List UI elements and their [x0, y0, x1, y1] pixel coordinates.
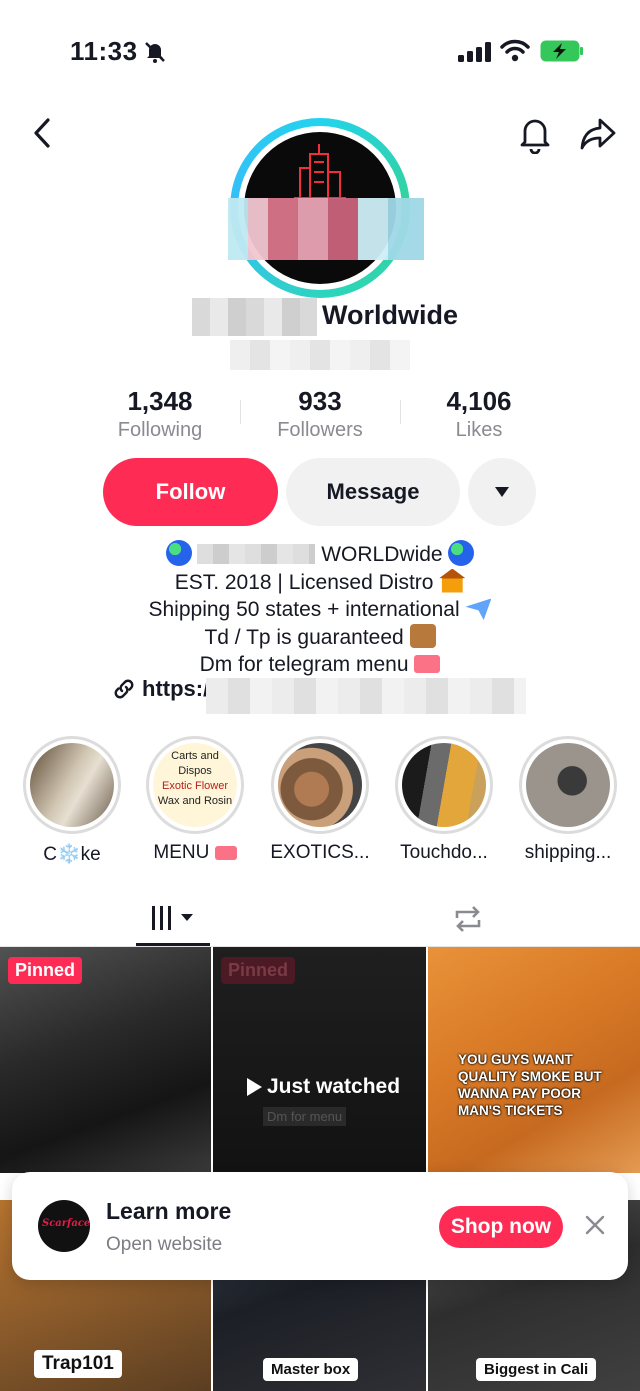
following-label: Following [117, 419, 203, 441]
shop-now-button[interactable]: Shop now [439, 1206, 563, 1248]
display-name-text: Worldwide [321, 300, 458, 330]
display-name: Worldwide [0, 300, 640, 331]
follow-button[interactable]: Follow [103, 458, 278, 526]
ticket-emoji-icon [214, 846, 237, 860]
bio-line-5: Dm for telegram menu [0, 651, 640, 679]
video-tile[interactable]: Pinned [0, 947, 211, 1173]
ad-logo: Scarface [38, 1200, 90, 1252]
bio-line-2: EST. 2018 | Licensed Distro [0, 568, 640, 597]
username-redacted [230, 340, 410, 370]
followers-count: 933 [298, 386, 342, 416]
signal-icon [458, 42, 491, 62]
bell-muted-icon [145, 42, 165, 63]
highlight-touchdown[interactable]: Touchdo... [394, 736, 494, 864]
battery-charging-icon [540, 40, 583, 62]
likes-label: Likes [455, 419, 503, 441]
suggested-accounts-button[interactable] [468, 458, 536, 526]
bio-redacted [197, 544, 316, 564]
highlight-menu[interactable]: Carts and Dispos Exotic Flower Wax and R… [145, 736, 245, 864]
menu-card-line: Exotic Flower [161, 780, 229, 792]
globe-emoji-icon [448, 540, 475, 566]
airplane-emoji-icon [465, 598, 492, 620]
play-icon [247, 1078, 262, 1096]
tab-reposts[interactable] [440, 892, 496, 946]
video-overlay-text: YOU GUYS WANT QUALITY SMOKE BUT WANNA PA… [458, 1052, 602, 1118]
bio-line-1: WORLDwide [0, 540, 640, 569]
stat-followers[interactable]: 933 Followers [240, 386, 400, 442]
ad-logo-text: Scarface [42, 1218, 91, 1229]
video-caption: Master box [263, 1358, 359, 1381]
highlight-label: shipping... [524, 842, 612, 863]
avatar-text-pixelated [228, 198, 424, 260]
just-watched-label: Just watched [245, 1075, 400, 1099]
notification-bell-icon[interactable] [516, 114, 554, 154]
likes-count: 4,106 [446, 386, 512, 416]
link-redacted [206, 678, 526, 714]
house-emoji-icon [439, 568, 466, 593]
highlight-label-text: MENU [153, 842, 210, 863]
tab-videos[interactable] [136, 892, 210, 946]
video-caption: Trap101 [34, 1350, 122, 1378]
repost-icon [455, 906, 481, 932]
highlight-label: EXOTICS... [270, 842, 370, 863]
ad-subtitle: Open website [106, 1234, 223, 1255]
highlight-shipping[interactable]: shipping... [518, 736, 618, 864]
video-tile[interactable]: YOU GUYS WANT QUALITY SMOKE BUT WANNA PA… [428, 947, 640, 1173]
video-caption: Biggest in Cali [476, 1358, 597, 1381]
video-grid-icon [152, 905, 193, 930]
link-icon [114, 679, 134, 699]
close-icon[interactable] [584, 1214, 606, 1236]
ad-card[interactable]: Scarface Learn more Open website Shop no… [12, 1172, 628, 1280]
link-text: https:/ [142, 676, 210, 701]
highlight-label: C❄️ke [43, 844, 101, 865]
overlay-subtext: Dm for menu [263, 1107, 347, 1126]
highlight-label: MENU [145, 842, 245, 864]
pinned-badge: Pinned [8, 957, 83, 984]
bio-line-4: Td / Tp is guaranteed [0, 623, 640, 652]
stat-following[interactable]: 1,348 Following [80, 386, 240, 442]
bio-text: EST. 2018 | Licensed Distro [174, 570, 434, 594]
package-emoji-icon [409, 623, 436, 648]
menu-card-line: Carts and [171, 750, 219, 762]
just-watched-text: Just watched [267, 1075, 401, 1098]
ad-title: Learn more [106, 1198, 232, 1224]
wifi-icon [500, 39, 530, 62]
ticket-emoji-icon [414, 655, 441, 673]
bio-line-3: Shipping 50 states + international [0, 596, 640, 624]
pinned-badge: Pinned [221, 957, 296, 984]
globe-emoji-icon [165, 540, 192, 566]
bio-text: WORLDwide [321, 543, 443, 566]
status-bar: 11:33 [0, 0, 640, 100]
bio: WORLDwide EST. 2018 | Licensed Distro Sh… [0, 540, 640, 679]
stat-likes[interactable]: 4,106 Likes [399, 386, 559, 442]
bio-text: Td / Tp is guaranteed [204, 625, 404, 649]
followers-label: Followers [277, 419, 363, 441]
status-time: 11:33 [70, 36, 138, 66]
video-tile-just-watched[interactable]: Pinned Just watched Dm for menu [213, 947, 426, 1173]
following-count: 1,348 [127, 386, 193, 416]
highlight-coke[interactable]: C❄️ke [22, 736, 122, 866]
highlight-exotics[interactable]: EXOTICS... [270, 736, 370, 864]
bio-link[interactable]: https:/ [112, 676, 209, 702]
share-icon[interactable] [578, 114, 618, 154]
highlight-label: Touchdo... [400, 842, 488, 863]
message-button[interactable]: Message [286, 458, 460, 526]
bio-text: Shipping 50 states + international [148, 598, 460, 621]
bio-text: Dm for telegram menu [199, 653, 409, 676]
menu-card-line: Dispos [178, 765, 212, 777]
back-icon[interactable] [28, 116, 58, 150]
caret-down-icon [495, 487, 509, 497]
menu-card-line: Wax and Rosin [157, 795, 233, 807]
